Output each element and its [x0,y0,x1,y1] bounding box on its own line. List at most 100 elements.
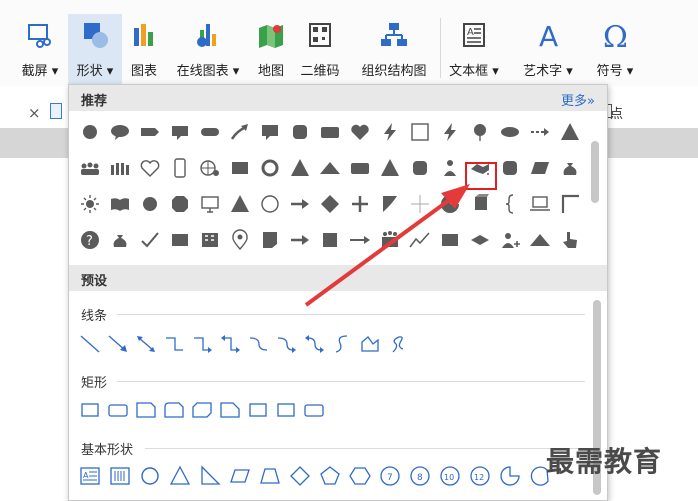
triangle-icon[interactable] [287,155,313,181]
cube-icon[interactable] [467,191,493,217]
office-people-icon[interactable] [197,227,223,253]
circle-outline-icon[interactable] [257,191,283,217]
hexagon-icon[interactable] [347,463,373,489]
rounded-square-icon[interactable] [407,155,433,181]
person-icon[interactable] [437,155,463,181]
right-triangle-icon[interactable] [197,463,223,489]
s-curve-icon[interactable] [329,331,355,357]
more-link[interactable]: 更多» [561,90,595,109]
symbol-button[interactable]: Ω 符号 ▾ [590,14,640,84]
octagon-icon[interactable] [167,191,193,217]
diamond-icon[interactable] [287,463,313,489]
parallelogram-icon[interactable] [527,155,553,181]
laptop-icon[interactable] [527,191,553,217]
monitor-icon[interactable] [197,191,223,217]
book-icon[interactable] [107,191,133,217]
rounded-bar-icon[interactable] [197,119,223,145]
snip-one-icon[interactable] [217,397,243,423]
online-chart-button[interactable]: 在线图表 ▾ [168,14,248,84]
textbox-icon[interactable]: A [77,463,103,489]
globe-gear-icon[interactable] [197,155,223,181]
vertical-textbox-icon[interactable] [107,463,133,489]
map-button[interactable]: 地图 [252,14,290,84]
people-up-icon[interactable] [377,227,403,253]
flag-icon[interactable] [377,191,403,217]
rounded-rect-icon[interactable] [347,155,373,181]
triangle-icon[interactable] [227,191,253,217]
sun-icon[interactable] [77,191,103,217]
recommended-scrollbar[interactable] [591,141,599,203]
curve-double-arrow-icon[interactable] [301,331,327,357]
line-icon[interactable] [77,331,103,357]
snip-diagonal-icon[interactable] [189,397,215,423]
circle-icon[interactable] [137,191,163,217]
close-tab-icon[interactable]: × [28,104,41,122]
elbow-double-arrow-icon[interactable] [217,331,243,357]
rect-icon[interactable] [273,397,299,423]
snip-rect-icon[interactable] [133,397,159,423]
line-chart-icon[interactable] [407,227,433,253]
rect-icon[interactable] [77,397,103,423]
lightning-icon[interactable] [437,119,463,145]
pentagon-icon[interactable] [317,463,343,489]
rounded-square-icon[interactable] [287,119,313,145]
circle-outline-icon[interactable] [137,463,163,489]
elbow-arrow-icon[interactable] [189,331,215,357]
rounded-rect-icon[interactable] [105,397,131,423]
rounded-square-icon[interactable] [497,155,523,181]
lightning-icon[interactable] [377,119,403,145]
square-icon[interactable] [317,227,343,253]
shapes-button[interactable]: 形状 ▾ [68,14,122,84]
chart-button[interactable]: 图表 [124,14,164,84]
square-outline-icon[interactable] [407,119,433,145]
people-group-icon[interactable] [107,155,133,181]
elbow-icon[interactable] [161,331,187,357]
curve-arrow-icon[interactable] [273,331,299,357]
callout-icon[interactable] [167,119,193,145]
rounded-rect-icon[interactable] [317,119,343,145]
hand-pointer-icon[interactable] [557,227,583,253]
triangle-flat-icon[interactable] [527,227,553,253]
rect-icon[interactable] [227,155,253,181]
snip-rounded-icon[interactable] [161,397,187,423]
double-arrow-line-icon[interactable] [133,331,159,357]
speech-bubble-square-icon[interactable] [257,119,283,145]
curve-icon[interactable] [245,331,271,357]
screenshot-button[interactable]: 截屏 ▾ [14,14,66,84]
ring-icon[interactable] [257,155,283,181]
triangle-flat-icon[interactable] [317,155,343,181]
freeform-icon[interactable] [357,331,383,357]
octagon-8-icon[interactable]: 8 [407,463,433,489]
arrow-block-icon[interactable] [137,119,163,145]
heart-icon[interactable] [347,119,373,145]
diamond-flat-icon[interactable] [467,227,493,253]
circle-icon[interactable] [77,119,103,145]
note-icon[interactable] [257,227,283,253]
qrcode-button[interactable]: 二维码 [294,14,346,84]
arrow-line-icon[interactable] [105,331,131,357]
pie-outline-icon[interactable] [497,463,523,489]
dashed-arrow-icon[interactable] [527,119,553,145]
long-arrow-icon[interactable] [347,227,373,253]
triangle-icon[interactable] [557,119,583,145]
curved-arrow-icon[interactable] [227,119,253,145]
cross-thin-icon[interactable] [407,191,433,217]
ellipse-icon[interactable] [497,119,523,145]
person-add-icon[interactable] [497,227,523,253]
money-bag-icon[interactable] [557,155,583,181]
corner-icon[interactable] [557,191,583,217]
bracket-icon[interactable] [497,191,523,217]
triangle-outline-icon[interactable] [167,463,193,489]
textbox-button[interactable]: A 文本框 ▾ [446,14,502,84]
diamond-icon[interactable] [317,191,343,217]
plus-icon[interactable] [347,191,373,217]
people-crowd-icon[interactable] [77,155,103,181]
rounded-rect-icon[interactable] [301,397,327,423]
phone-icon[interactable] [167,155,193,181]
wordart-button[interactable]: A 艺术字 ▾ [514,14,582,84]
speech-bubble-icon[interactable] [107,119,133,145]
rect-icon[interactable] [437,227,463,253]
heptagon-7-icon[interactable]: 7 [377,463,403,489]
parallelogram-icon[interactable] [227,463,253,489]
balloon-icon[interactable] [467,119,493,145]
